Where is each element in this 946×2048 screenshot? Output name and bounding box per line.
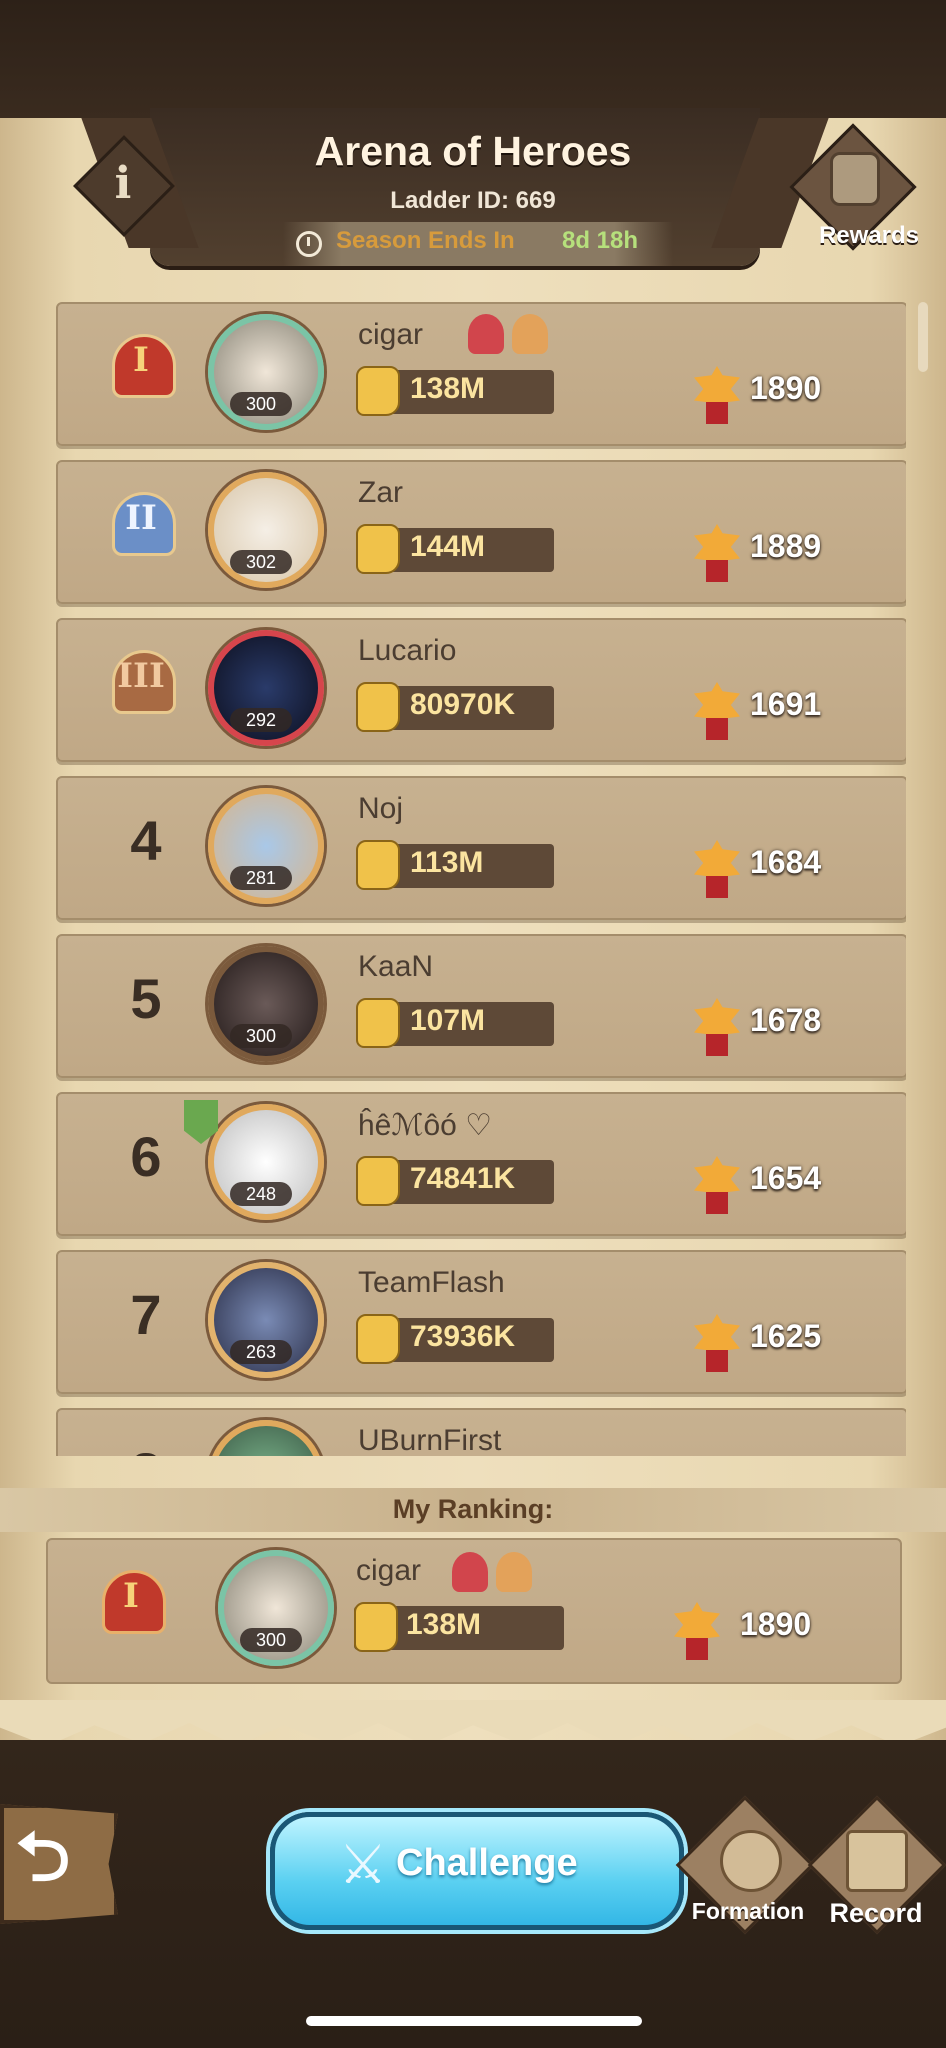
rank-number: 8 — [96, 1440, 196, 1456]
power-value: 80970K — [410, 688, 516, 721]
score-value: 1654 — [750, 1160, 822, 1196]
ranking-row[interactable]: 8 UBurnFirst — [56, 1408, 906, 1456]
score-value: 1678 — [750, 1002, 822, 1038]
player-name: Noj — [358, 792, 404, 825]
rank-badge: II — [106, 486, 176, 572]
power-value: 138M — [410, 372, 486, 405]
list-scrollbar[interactable] — [918, 302, 928, 372]
avatar-level: 248 — [230, 1182, 292, 1206]
fist-icon — [356, 1156, 400, 1206]
ribbon-icon — [706, 876, 728, 898]
ranking-row[interactable]: 5 300 KaaN 107M 1678 — [56, 934, 906, 1078]
faction-icon — [496, 1552, 532, 1592]
avatar-level: 300 — [230, 392, 292, 416]
player-name: UBurnFirst — [358, 1424, 502, 1456]
ribbon-icon — [686, 1638, 708, 1660]
power-value: 73936K — [410, 1320, 516, 1353]
ranking-list[interactable]: I 300 cigar 138M 1890 II 302 Zar 144M 1889 III 292 L… — [56, 302, 906, 1456]
info-icon[interactable]: i — [88, 158, 158, 218]
fist-icon — [356, 998, 400, 1048]
power-value: 138M — [406, 1608, 482, 1641]
avatar-level: 281 — [230, 866, 292, 890]
rank-badge: III — [106, 644, 176, 730]
rewards-label[interactable]: Rewards — [800, 222, 938, 250]
avatar[interactable] — [208, 1420, 324, 1456]
ranking-row[interactable]: 4 281 Noj 113M 1684 — [56, 776, 906, 920]
rank-number: 4 — [130, 809, 162, 872]
player-name: cigar — [358, 318, 424, 351]
score-value: 1691 — [750, 686, 822, 722]
record-label[interactable]: Record — [806, 1898, 946, 1929]
guild-crest-icon — [452, 1552, 488, 1592]
avatar-level: 300 — [230, 1024, 292, 1048]
score-value: 1684 — [750, 844, 822, 880]
avatar-level: 300 — [240, 1628, 302, 1652]
fist-icon — [356, 1314, 400, 1364]
player-name: Lucario — [358, 634, 457, 667]
home-indicator[interactable] — [306, 2016, 642, 2026]
shield-icon[interactable] — [720, 1830, 782, 1892]
season-label: Season Ends In — [336, 227, 515, 254]
fist-icon — [356, 524, 400, 574]
score-value: 1890 — [740, 1606, 812, 1642]
badge-numeral: I — [123, 1576, 139, 1616]
player-name: KaaN — [358, 950, 434, 983]
crossed-swords-icon[interactable]: ⚔ — [334, 1836, 392, 1894]
ribbon-icon — [706, 1034, 728, 1056]
ribbon-icon — [706, 1350, 728, 1372]
ranking-row[interactable]: I 300 cigar 138M 1890 — [56, 302, 906, 446]
power-value: 144M — [410, 530, 486, 563]
fist-icon — [354, 1602, 398, 1652]
ribbon-icon — [706, 1192, 728, 1214]
top-frame — [0, 0, 946, 118]
back-arrow-icon[interactable]: ⮌ — [8, 1822, 78, 1892]
ribbon-icon — [706, 718, 728, 740]
rank-number: 6 — [130, 1125, 162, 1188]
avatar-level: 263 — [230, 1340, 292, 1364]
rank-number: 5 — [130, 967, 162, 1030]
scroll-icon[interactable] — [846, 1830, 908, 1892]
ranking-row[interactable]: 6 248 ĥêℳôó ♡ 74841K 1654 — [56, 1092, 906, 1236]
player-name: ĥêℳôó ♡ — [358, 1109, 493, 1142]
avatar-level: 292 — [230, 708, 292, 732]
ranking-row[interactable]: 7 263 TeamFlash 73936K 1625 — [56, 1250, 906, 1394]
my-ranking-label: My Ranking: — [392, 1494, 554, 1524]
player-name: Zar — [358, 476, 403, 509]
challenge-label[interactable]: Challenge — [396, 1842, 578, 1885]
power-value: 107M — [410, 1004, 486, 1037]
ranking-row[interactable]: II 302 Zar 144M 1889 — [56, 460, 906, 604]
fist-icon — [356, 840, 400, 890]
clock-icon — [296, 231, 322, 257]
rank-badge-gold: I — [96, 1564, 166, 1650]
ribbon-icon — [706, 560, 728, 582]
fist-icon — [356, 366, 400, 416]
rank-badge: I — [106, 328, 176, 414]
avatar-level: 302 — [230, 550, 292, 574]
rank-number: 7 — [130, 1283, 162, 1346]
power-value: 113M — [410, 846, 484, 879]
player-name: cigar — [356, 1554, 422, 1587]
badge-numeral: III — [117, 656, 165, 696]
formation-label[interactable]: Formation — [680, 1898, 816, 1925]
badge-numeral: I — [133, 340, 149, 380]
badge-numeral: II — [125, 498, 157, 538]
my-ranking-row[interactable]: I 300 cigar 138M 1890 — [46, 1538, 902, 1684]
score-value: 1889 — [750, 528, 822, 564]
rewards-chest-icon[interactable] — [830, 152, 880, 206]
faction-icon — [512, 314, 548, 354]
score-value: 1625 — [750, 1318, 822, 1354]
ranking-row[interactable]: III 292 Lucario 80970K 1691 — [56, 618, 906, 762]
ribbon-icon — [706, 402, 728, 424]
season-time: 8d 18h — [562, 227, 639, 254]
score-value: 1890 — [750, 370, 822, 406]
player-name: TeamFlash — [358, 1266, 505, 1299]
power-value: 74841K — [410, 1162, 516, 1195]
fist-icon — [356, 682, 400, 732]
guild-crest-icon — [468, 314, 504, 354]
